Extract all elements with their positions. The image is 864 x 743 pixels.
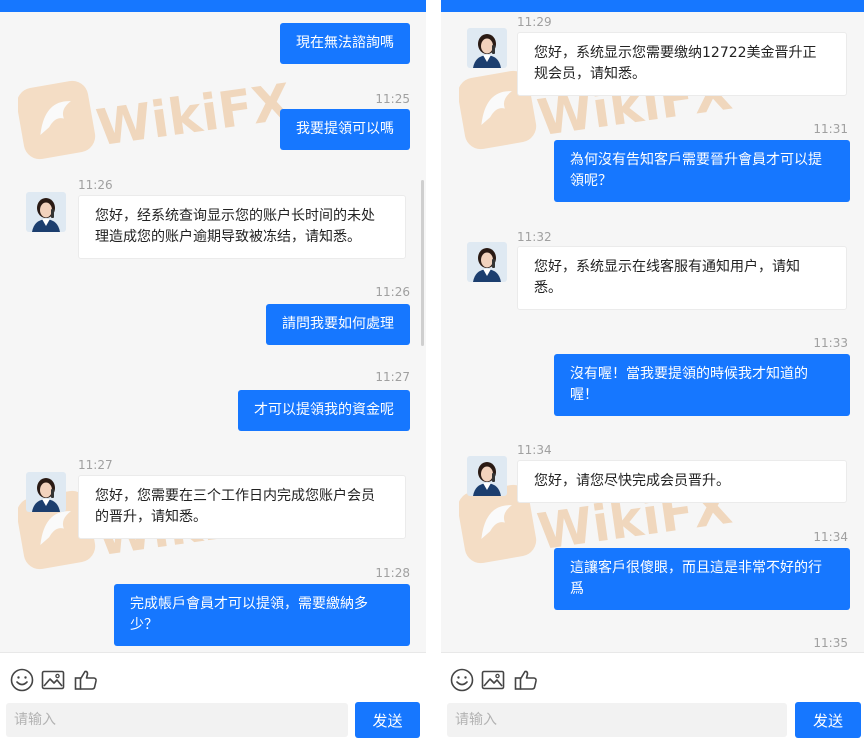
agent-avatar-icon — [467, 456, 507, 496]
outgoing-message[interactable]: 完成帳戶會員才可以提領，需要繳納多 少？ — [114, 584, 410, 646]
incoming-message[interactable]: 您好，系统显示在线客服有通知用户，请知 悉。 — [517, 246, 847, 310]
agent-avatar — [467, 242, 507, 282]
message-list[interactable]: WikiFX WikiFX 11:29 您好，系统显示您需要缴纳12722美金晋… — [441, 12, 864, 652]
message-text: 請問我要如何處理 — [282, 316, 394, 332]
message-text-line: 爲 — [570, 581, 584, 597]
message-text: 您好，请您尽快完成会员晋升。 — [534, 473, 730, 489]
input-toolbar: 发送 — [441, 652, 864, 743]
outgoing-message[interactable]: 才可以提領我的資金呢 — [238, 390, 410, 431]
agent-avatar — [467, 28, 507, 68]
message-input[interactable] — [6, 703, 348, 737]
chat-panel-left: WikiFX WikiFX 現在無法諮詢嗎 11:25 我要提領可以嗎 11:2… — [0, 0, 426, 743]
timestamp: 11:28 — [375, 566, 410, 580]
timestamp: 11:31 — [813, 122, 848, 136]
image-icon[interactable] — [480, 667, 506, 693]
agent-avatar-icon — [26, 472, 66, 512]
message-input[interactable] — [447, 703, 787, 737]
message-text-line: 的晋升，请知悉。 — [95, 509, 207, 525]
incoming-message[interactable]: 您好，经系统查询显示您的账户长时间的未处 理造成您的账户逾期导致被冻结，请知悉。 — [78, 195, 406, 259]
agent-avatar — [26, 472, 66, 512]
message-text-line: 规会员，请知悉。 — [534, 66, 646, 82]
header-bar — [441, 0, 864, 12]
agent-avatar-icon — [467, 28, 507, 68]
thumbs-up-icon[interactable] — [73, 667, 99, 693]
agent-avatar — [467, 456, 507, 496]
emoji-icon[interactable] — [9, 667, 35, 693]
timestamp: 11:33 — [813, 336, 848, 350]
timestamp: 11:26 — [78, 178, 113, 192]
message-text-line: 您好，您需要在三个工作日内完成您账户会员 — [95, 488, 375, 504]
message-text: 現在無法諮詢嗎 — [296, 35, 394, 51]
message-text-line: 您好，经系统查询显示您的账户长时间的未处 — [95, 208, 375, 224]
emoji-icon[interactable] — [449, 667, 475, 693]
agent-avatar — [26, 192, 66, 232]
message-text-line: 理造成您的账户逾期导致被冻结，请知悉。 — [95, 229, 361, 245]
outgoing-message[interactable]: 為何沒有告知客戶需要晉升會員才可以提 領呢？ — [554, 140, 850, 202]
message-text-line: 沒有喔！當我要提領的時候我才知道的 — [570, 366, 808, 382]
watermark: WikiFX — [18, 72, 308, 166]
image-icon[interactable] — [40, 667, 66, 693]
message-text-line: 您好，系统显示您需要缴纳12722美金晋升正 — [534, 45, 817, 61]
timestamp: 11:26 — [375, 285, 410, 299]
header-bar — [0, 0, 426, 12]
message-text: 我要提領可以嗎 — [296, 121, 394, 137]
chat-panel-right: WikiFX WikiFX 11:29 您好，系统显示您需要缴纳12722美金晋… — [441, 0, 864, 743]
message-list[interactable]: WikiFX WikiFX 現在無法諮詢嗎 11:25 我要提領可以嗎 11:2… — [0, 12, 426, 652]
outgoing-message[interactable]: 沒有喔！當我要提領的時候我才知道的 喔！ — [554, 354, 850, 416]
timestamp: 11:27 — [375, 370, 410, 384]
timestamp: 11:35 — [813, 636, 848, 650]
watermark-text: WikiFX — [92, 72, 295, 158]
thumbs-up-icon[interactable] — [513, 667, 539, 693]
incoming-message[interactable]: 您好，请您尽快完成会员晋升。 — [517, 460, 847, 503]
timestamp: 11:29 — [517, 15, 552, 29]
timestamp: 11:32 — [517, 230, 552, 244]
send-button[interactable]: 发送 — [355, 702, 420, 738]
agent-avatar-icon — [467, 242, 507, 282]
outgoing-message[interactable]: 這讓客戶很傻眼，而且這是非常不好的行 爲 — [554, 548, 850, 610]
outgoing-message[interactable]: 請問我要如何處理 — [266, 304, 410, 345]
message-text-line: 為何沒有告知客戶需要晉升會員才可以提 — [570, 152, 822, 168]
send-button[interactable]: 发送 — [795, 702, 861, 738]
message-text-line: 您好，系统显示在线客服有通知用户，请知 — [534, 259, 800, 275]
timestamp: 11:34 — [517, 443, 552, 457]
message-text-line: 喔！ — [570, 387, 598, 403]
incoming-message[interactable]: 您好，您需要在三个工作日内完成您账户会员 的晋升，请知悉。 — [78, 475, 406, 539]
timestamp: 11:25 — [375, 92, 410, 106]
timestamp: 11:34 — [813, 530, 848, 544]
message-text: 才可以提領我的資金呢 — [254, 402, 394, 418]
message-text-line: 領呢？ — [570, 173, 612, 189]
wikifx-logo-icon — [18, 76, 308, 166]
agent-avatar-icon — [26, 192, 66, 232]
message-text-line: 悉。 — [534, 280, 562, 296]
input-toolbar: 发送 — [0, 652, 426, 743]
incoming-message[interactable]: 您好，系统显示您需要缴纳12722美金晋升正 规会员，请知悉。 — [517, 32, 847, 96]
message-text-line: 完成帳戶會員才可以提領，需要繳納多 — [130, 596, 368, 612]
timestamp: 11:27 — [78, 458, 113, 472]
outgoing-message[interactable]: 我要提領可以嗎 — [280, 109, 410, 150]
message-text-line: 這讓客戶很傻眼，而且這是非常不好的行 — [570, 560, 822, 576]
outgoing-message[interactable]: 現在無法諮詢嗎 — [280, 23, 410, 64]
scrollbar[interactable] — [421, 180, 424, 346]
message-text-line: 少？ — [130, 617, 158, 633]
